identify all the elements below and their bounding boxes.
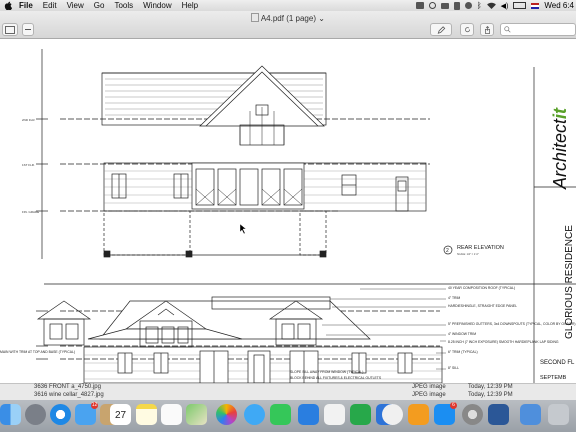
music-icon[interactable] <box>382 404 403 425</box>
note-gutters: 5" PREFINISHED GUTTERS, 3x4 DOWNSPOUTS (… <box>448 322 576 326</box>
pen-icon <box>437 25 445 34</box>
rear-elevation-scale: SCALE: 1/4" = 1'-0" <box>457 253 479 256</box>
level-label-grade: FIN. GRADE <box>22 210 39 214</box>
ibooks-icon[interactable] <box>324 404 345 425</box>
rear-elevation-marker: 2 <box>446 248 449 254</box>
file-kind: JPEG image <box>412 392 446 398</box>
rotate-button[interactable] <box>460 23 474 36</box>
note-sill: 8" SILL <box>448 366 459 370</box>
menu-edit[interactable]: Edit <box>38 1 62 10</box>
file-date: Today, 12:39 PM <box>468 392 513 398</box>
architectural-drawing: 2 REAR ELEVATION SCALE: 1/4" = 1'-0" 2ND… <box>0 49 576 383</box>
list-item[interactable]: 3636 FRONT a_4750.jpg JPEG image Today, … <box>0 384 576 392</box>
flag-icon[interactable] <box>531 2 540 9</box>
sheet-date: SEPTEMB <box>540 375 567 381</box>
volume-icon[interactable]: ◀) <box>501 2 509 10</box>
note-window-trim: 4" WINDOW TRIM <box>448 332 476 336</box>
file-date: Today, 12:39 PM <box>468 384 513 390</box>
window-title-group[interactable]: A4.pdf (1 page) ⌄ <box>0 13 576 23</box>
system-preferences-icon[interactable] <box>462 404 483 425</box>
list-item[interactable]: 3616 wine cellar_4827.jpg JPEG image Tod… <box>0 392 576 400</box>
chevron-down-icon: ⌄ <box>318 14 325 23</box>
window-title: A4.pdf (1 page) <box>260 14 316 23</box>
menu-window[interactable]: Window <box>138 1 176 10</box>
menu-view[interactable]: View <box>62 1 89 10</box>
menu-extra-icon[interactable] <box>464 2 472 9</box>
trash-icon[interactable] <box>548 404 569 425</box>
menu-clock[interactable]: Wed 6:4 <box>544 1 574 10</box>
maps-icon[interactable] <box>186 404 207 425</box>
project-name: GLORIOUS RESIDENCE <box>564 225 575 339</box>
note-blocking: BLOCK BEHIND ALL FIXTURES & ELECTRICAL O… <box>290 376 382 380</box>
rear-elevation-label: REAR ELEVATION <box>457 245 504 251</box>
dock: 12 27 6 <box>0 400 576 432</box>
launchpad-icon[interactable] <box>25 404 46 425</box>
search-field[interactable] <box>500 23 576 36</box>
rotate-icon <box>464 27 470 33</box>
menu-go[interactable]: Go <box>89 1 110 10</box>
level-label-1st: 1ST FLR. <box>22 163 35 167</box>
file-name: 3636 FRONT a_4750.jpg <box>34 384 101 390</box>
share-button[interactable] <box>480 23 494 36</box>
menu-extra-icon[interactable] <box>440 2 449 9</box>
note-roof: 40 YEAR COMPOSITION ROOF (TYPICAL) <box>448 286 515 290</box>
note-siding: 8.25 INCH (7 INCH EXPOSURE) SMOOTH HARDI… <box>448 340 559 344</box>
pdf-file-icon <box>251 13 260 22</box>
sidebar-toggle-button[interactable] <box>2 23 18 36</box>
finder-file-list: 3636 FRONT a_4750.jpg JPEG image Today, … <box>0 383 576 401</box>
menu-extra-icon[interactable] <box>428 2 436 9</box>
app-store-badge: 6 <box>450 402 457 409</box>
itunes-icon[interactable] <box>298 404 319 425</box>
note-trim: 4" TRIM <box>448 296 460 300</box>
zoom-out-button[interactable] <box>22 23 34 36</box>
status-area: ᛒ ◀) Wed 6:4 <box>415 0 574 11</box>
note-trim-typical: 6" TRIM (TYPICAL) <box>448 350 478 354</box>
brand-logo: Architectit <box>550 107 570 190</box>
safari-icon[interactable] <box>50 404 71 425</box>
calendar-icon[interactable]: 27 <box>110 404 131 425</box>
finder-icon[interactable] <box>0 404 21 425</box>
sidebar-icon <box>5 25 15 34</box>
battery-icon[interactable] <box>513 2 527 9</box>
sheet-label: SECOND FL <box>540 360 575 366</box>
facetime-icon[interactable] <box>270 404 291 425</box>
markup-button[interactable] <box>430 23 452 36</box>
level-label-2nd: 2ND FLR. <box>22 118 36 122</box>
pdf-page[interactable]: 2 REAR ELEVATION SCALE: 1/4" = 1'-0" 2ND… <box>0 39 576 383</box>
menu-help[interactable]: Help <box>177 1 203 10</box>
note-slope-sill: SLOPE SILL AWAY FROM WINDOW (TYPICAL) <box>290 370 363 374</box>
share-icon <box>484 25 490 34</box>
photos-icon[interactable] <box>216 404 237 425</box>
menu-extra-icon[interactable] <box>453 1 460 10</box>
file-name: 3616 wine cellar_4827.jpg <box>34 392 104 398</box>
books-icon[interactable] <box>408 404 429 425</box>
note-shingle: HARDIESHINGLE, STRAIGHT EDGE PANEL <box>448 304 517 308</box>
minus-icon <box>25 29 31 30</box>
reminders-icon[interactable] <box>161 404 182 425</box>
menu-file[interactable]: File <box>14 1 38 10</box>
apple-menu-icon[interactable] <box>4 1 12 10</box>
menu-tools[interactable]: Tools <box>109 1 138 10</box>
numbers-icon[interactable] <box>350 404 371 425</box>
bluetooth-icon[interactable]: ᛒ <box>477 1 482 10</box>
title-bar: A4.pdf (1 page) ⌄ <box>0 11 576 39</box>
file-kind: JPEG image <box>412 384 446 390</box>
note-main-trim: MAIN WITH TRIM AT TOP AND BASE (TYPICAL) <box>0 350 75 354</box>
preview-window: A4.pdf (1 page) ⌄ 2 REAR ELEVATION SCALE… <box>0 11 576 383</box>
messages-icon[interactable] <box>244 404 265 425</box>
mail-badge: 12 <box>91 402 98 409</box>
search-icon <box>504 26 511 33</box>
notes-icon[interactable] <box>136 404 157 425</box>
downloads-icon[interactable] <box>520 404 541 425</box>
menu-extra-icon[interactable] <box>415 2 424 9</box>
wifi-icon[interactable] <box>486 2 496 9</box>
microsoft-word-icon[interactable] <box>488 404 509 425</box>
